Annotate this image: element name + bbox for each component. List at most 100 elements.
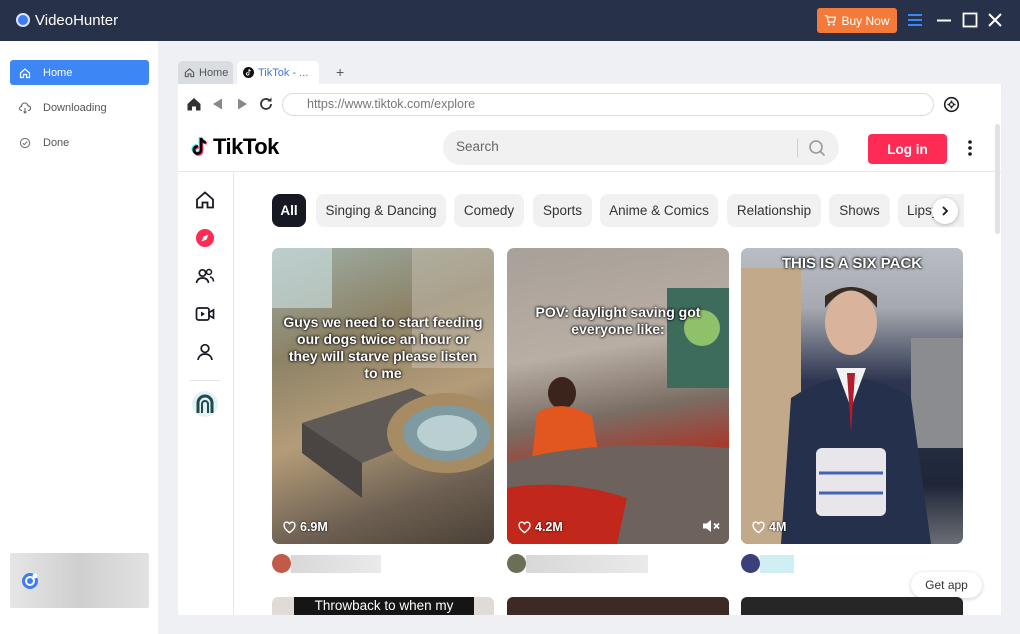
- tiktok-logo[interactable]: TikTok: [190, 134, 279, 160]
- author-name: [760, 555, 794, 573]
- author-name: [526, 555, 648, 573]
- category-chip[interactable]: Sports: [533, 194, 592, 227]
- tab-strip: Home TikTok - ... +: [178, 60, 1001, 84]
- category-chip[interactable]: Singing & Dancing: [316, 194, 446, 227]
- video-card[interactable]: [741, 597, 963, 615]
- live-creator-avatar[interactable]: [192, 391, 218, 417]
- browser-navbar: https://www.tiktok.com/explore: [178, 84, 1001, 124]
- video-author[interactable]: [272, 554, 382, 574]
- tab-home[interactable]: Home: [178, 61, 233, 84]
- video-caption: Throwback to when my: [294, 597, 474, 615]
- sidebar-item-home[interactable]: Home: [10, 60, 149, 85]
- video-card[interactable]: [507, 597, 729, 615]
- app-badge-icon: [22, 573, 38, 589]
- creator-badge-icon: [196, 394, 214, 413]
- live-icon[interactable]: [195, 304, 215, 324]
- avatar: [507, 554, 526, 573]
- scrollbar[interactable]: [995, 124, 1000, 234]
- likes-count: 4.2M: [535, 520, 563, 534]
- tiktok-page: TikTok Search Log in All Singing & Danci…: [178, 124, 1001, 615]
- explore-icon[interactable]: [195, 228, 215, 248]
- left-panel: Home Downloading Done: [0, 41, 158, 634]
- tiktok-logo-text: TikTok: [213, 134, 279, 159]
- maximize-icon[interactable]: [961, 11, 979, 29]
- tiktok-header: TikTok Search Log in: [178, 124, 1001, 172]
- video-caption: THIS IS A SIX PACK: [781, 255, 923, 272]
- tab-tiktok[interactable]: TikTok - ...: [237, 61, 319, 84]
- video-author[interactable]: [507, 554, 652, 574]
- video-thumbnail: [741, 268, 963, 544]
- tiktok-sidebar: [178, 172, 234, 615]
- sidebar-divider: [190, 380, 220, 381]
- title-bar: VideoHunter Buy Now: [0, 0, 1020, 41]
- buy-now-button[interactable]: Buy Now: [817, 8, 897, 33]
- category-chips: All Singing & Dancing Comedy Sports Anim…: [272, 194, 964, 228]
- back-icon[interactable]: [210, 96, 226, 112]
- tab-label: TikTok - ...: [258, 66, 309, 79]
- author-name: [291, 555, 381, 573]
- video-author[interactable]: [741, 554, 801, 574]
- buy-now-label: Buy Now: [841, 13, 890, 28]
- forward-icon[interactable]: [234, 96, 250, 112]
- login-button[interactable]: Log in: [868, 134, 947, 164]
- sidebar-item-label: Home: [43, 66, 73, 79]
- home-icon: [184, 68, 195, 78]
- app-logo-icon: [16, 13, 30, 27]
- category-chip[interactable]: Relationship: [727, 194, 821, 227]
- profile-icon[interactable]: [195, 342, 215, 362]
- url-input[interactable]: https://www.tiktok.com/explore: [282, 93, 934, 116]
- search-divider: [797, 139, 798, 157]
- sidebar-item-downloading[interactable]: Downloading: [10, 95, 149, 120]
- menu-icon[interactable]: [906, 11, 924, 29]
- video-likes: 4M: [752, 520, 786, 534]
- refresh-icon[interactable]: [258, 96, 274, 112]
- home-icon[interactable]: [186, 96, 202, 112]
- tiktok-logo-icon: [191, 136, 208, 156]
- avatar: [741, 554, 760, 573]
- get-app-button[interactable]: Get app: [911, 572, 982, 598]
- promo-banner[interactable]: [10, 553, 149, 608]
- tab-label: Home: [199, 66, 229, 79]
- video-card[interactable]: Throwback to when my: [272, 597, 494, 615]
- browser-area: Home TikTok - ... + https://www.tiktok.c…: [178, 60, 1001, 615]
- video-thumbnail: [272, 248, 494, 498]
- video-caption: POV: daylight saving got everyone like:: [535, 304, 701, 337]
- video-caption: Guys we need to start feeding our dogs t…: [283, 314, 483, 381]
- category-chip[interactable]: Shows: [829, 194, 890, 227]
- category-chip-all[interactable]: All: [272, 194, 306, 227]
- avatar: [272, 554, 291, 573]
- mute-icon[interactable]: [702, 518, 720, 534]
- following-icon[interactable]: [195, 266, 215, 286]
- chevron-right-glyph: [942, 206, 949, 216]
- new-tab-button[interactable]: +: [336, 64, 344, 80]
- check-circle-icon: [19, 137, 31, 148]
- heart-icon: [283, 520, 296, 533]
- sidebar-item-done[interactable]: Done: [10, 130, 149, 155]
- chevron-right-icon[interactable]: [932, 198, 958, 224]
- download-target-icon[interactable]: [943, 96, 960, 113]
- video-card[interactable]: POV: daylight saving got everyone like: …: [507, 248, 729, 544]
- video-likes: 4.2M: [518, 520, 563, 534]
- home-icon[interactable]: [195, 190, 215, 210]
- sidebar-item-label: Done: [43, 136, 70, 149]
- cloud-download-icon: [19, 101, 31, 114]
- video-card[interactable]: THIS IS A SIX PACK 4M: [741, 248, 963, 544]
- search-input[interactable]: Search: [443, 130, 839, 165]
- home-icon: [19, 67, 31, 78]
- video-likes: 6.9M: [283, 520, 328, 534]
- more-options-icon[interactable]: [964, 138, 976, 158]
- video-card[interactable]: Guys we need to start feeding our dogs t…: [272, 248, 494, 544]
- likes-count: 6.9M: [300, 520, 328, 534]
- cart-icon: [825, 14, 837, 26]
- minimize-icon[interactable]: [935, 11, 953, 29]
- app-title: VideoHunter: [35, 12, 119, 29]
- sidebar-item-label: Downloading: [43, 101, 107, 114]
- tiktok-icon: [243, 67, 254, 78]
- close-icon[interactable]: [986, 11, 1004, 29]
- category-chip[interactable]: Anime & Comics: [600, 194, 718, 227]
- video-thumbnail: [507, 288, 729, 544]
- search-icon[interactable]: [808, 139, 826, 157]
- search-placeholder: Search: [456, 139, 499, 154]
- category-chip[interactable]: Comedy: [454, 194, 524, 227]
- likes-count: 4M: [769, 520, 787, 534]
